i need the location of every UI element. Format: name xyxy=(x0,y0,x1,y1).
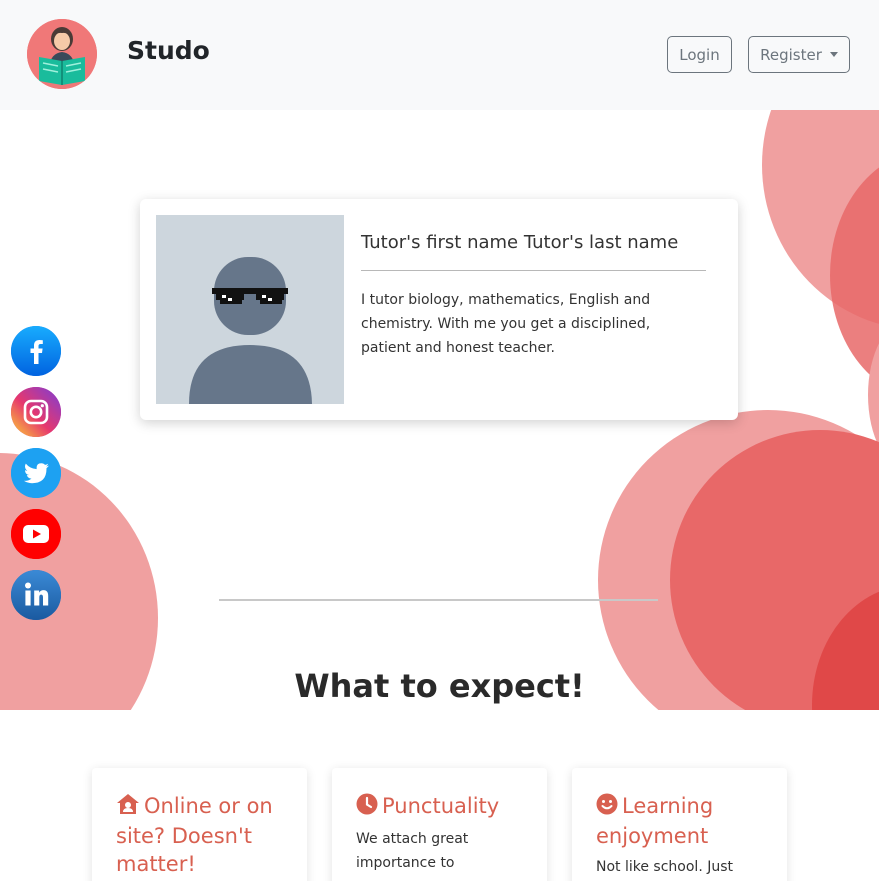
feature-text: We attach great importance to xyxy=(356,831,469,871)
clock-icon xyxy=(356,793,378,822)
feature-title-text: Punctuality xyxy=(382,794,500,818)
feature-title: Online or on site? Doesn't matter! xyxy=(116,792,291,878)
reading-woman-icon[interactable] xyxy=(27,19,97,89)
caret-down-icon xyxy=(829,52,838,57)
tutor-card: Tutor's first name Tutor's last name I t… xyxy=(140,199,738,420)
smile-icon xyxy=(596,793,618,822)
login-label: Login xyxy=(679,45,720,64)
brand-name[interactable]: Studo xyxy=(127,36,210,65)
avatar-with-sunglasses-icon xyxy=(156,215,344,404)
hero-section: Tutor's first name Tutor's last name I t… xyxy=(0,110,879,710)
youtube-icon[interactable] xyxy=(11,509,61,559)
section-title: What to expect! xyxy=(294,667,585,705)
twitter-icon[interactable] xyxy=(11,448,61,498)
feature-title: Punctuality xyxy=(356,792,531,822)
tutor-name: Tutor's first name Tutor's last name xyxy=(361,232,679,253)
feature-text: Not like school. Just xyxy=(596,859,733,875)
feature-card-punctuality: Punctuality We attach great importance t… xyxy=(332,768,547,881)
feature-card-online: Online or on site? Doesn't matter! xyxy=(92,768,307,881)
register-dropdown-button[interactable]: Register xyxy=(748,36,850,73)
login-button[interactable]: Login xyxy=(667,36,732,73)
instagram-icon[interactable] xyxy=(11,387,61,437)
feature-title: Learning enjoyment xyxy=(596,792,771,850)
navbar: Studo Login Register xyxy=(0,0,879,110)
divider xyxy=(219,599,658,601)
linkedin-icon[interactable] xyxy=(11,570,61,620)
feature-card-enjoyment: Learning enjoyment Not like school. Just xyxy=(572,768,787,881)
divider xyxy=(361,270,706,271)
house-user-icon xyxy=(116,793,140,822)
tutor-bio: I tutor biology, mathematics, English an… xyxy=(361,292,651,356)
register-label: Register xyxy=(760,45,822,64)
facebook-icon[interactable] xyxy=(11,326,61,376)
